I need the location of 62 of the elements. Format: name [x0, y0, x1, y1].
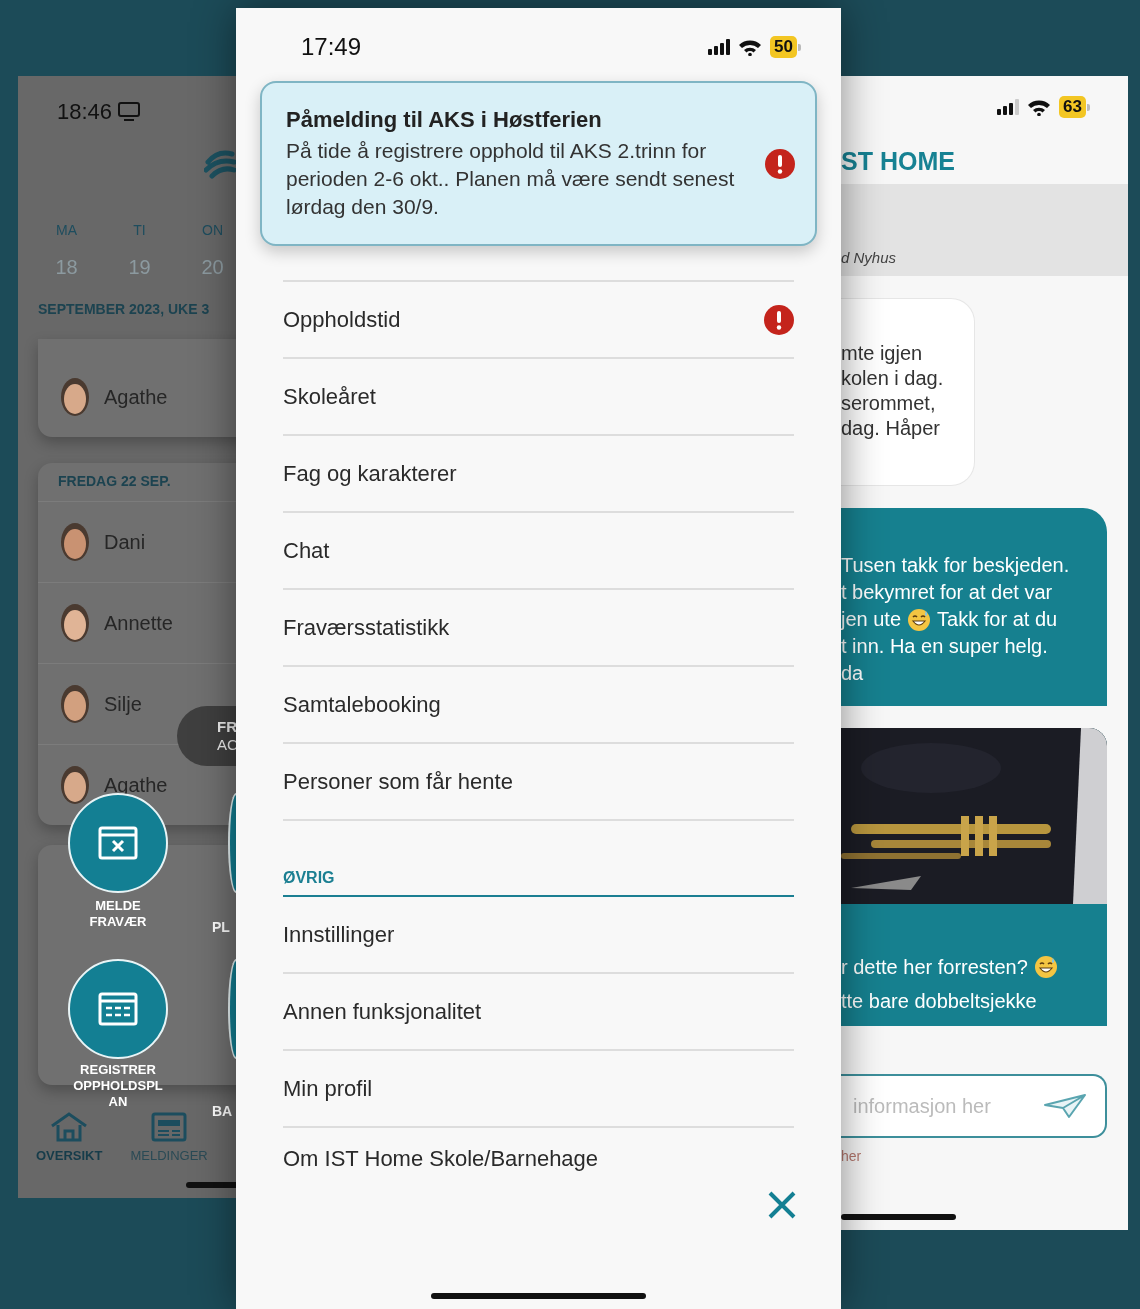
message-text: tte bare dobbeltsjekke: [841, 989, 1037, 1014]
newspaper-icon: [151, 1112, 188, 1142]
status-time: 17:49: [301, 33, 363, 61]
message-text: Tusen takk for beskjeden.: [841, 553, 1070, 578]
notification-text: På tide å registrere opphold til AKS 2.trinn for perioden 2-6 okt.. Planen må være sendt senest lørdag den 30/9.: [286, 137, 736, 220]
message-text: jen ute: [841, 607, 902, 632]
avatar-icon: [60, 377, 90, 417]
message-text: kolen i dag.: [841, 366, 944, 391]
emoji-icon: [907, 607, 932, 632]
avatar-icon: [60, 684, 90, 724]
message-text: da: [841, 661, 864, 686]
message-text: t inn. Ha en super helg.: [841, 634, 1048, 659]
menu-item[interactable]: Skoleåret: [283, 359, 794, 436]
message-input[interactable]: informasjon her: [851, 1093, 1043, 1119]
avatar-icon: [60, 522, 90, 562]
logo-icon: [204, 148, 236, 180]
monitor-icon: [118, 102, 141, 122]
message-text: r dette her forresten?: [841, 955, 1028, 980]
wifi-icon: [738, 38, 763, 56]
wifi-icon: [1027, 98, 1052, 116]
menu-item[interactable]: Innstillinger: [283, 897, 794, 974]
action-label: REGISTRER OPPHOLDSPLAN: [72, 1062, 164, 1110]
action-label: PL: [212, 919, 230, 935]
app-logo: ST HOME: [841, 146, 956, 177]
menu-item[interactable]: Personer som får hente: [283, 744, 794, 821]
section-title: ØVRIG: [283, 869, 794, 897]
message-field[interactable]: informasjon her: [841, 1074, 1107, 1138]
sender-name: d Nyhus: [841, 249, 897, 266]
status-time: 18:46: [57, 99, 113, 125]
signal-icon: [997, 99, 1020, 115]
menu-item[interactable]: Oppholdstid: [283, 282, 794, 359]
avatar-icon: [60, 765, 90, 805]
notification-toast[interactable]: Påmelding til AKS i Høstferien På tide å registrere opphold til AKS 2.trinn for perioden 2-6 okt.. Planen må være sendt senest lørdag den 30/9.: [260, 81, 817, 246]
action-label: BA: [212, 1103, 233, 1119]
avatar-icon: [60, 603, 90, 643]
menu-item[interactable]: Annen funksjonalitet: [283, 974, 794, 1051]
menu-item[interactable]: Om IST Home Skole/Barnehage: [283, 1128, 794, 1190]
menu-item[interactable]: Samtalebooking: [283, 667, 794, 744]
hint-text: her: [841, 1148, 863, 1164]
message-text: serommet,: [841, 391, 936, 416]
home-indicator: [186, 1182, 236, 1188]
menu-item[interactable]: Fag og karakterer: [283, 436, 794, 513]
weekday-label: TI: [132, 222, 147, 238]
calendar-icon: [98, 992, 138, 1026]
message-text: dag. Håper: [841, 416, 940, 441]
menu-item[interactable]: Min profil: [283, 1051, 794, 1128]
notification-title: Påmelding til AKS i Høstferien: [286, 106, 603, 133]
action-label: MELDE FRAVÆR: [88, 898, 148, 930]
message-text: Takk for at du: [937, 607, 1058, 632]
send-icon[interactable]: [1043, 1093, 1087, 1119]
menu-item[interactable]: Chat: [283, 513, 794, 590]
message-text: mte igjen: [841, 341, 923, 366]
message-text: t bekymret for at det var: [841, 580, 1053, 605]
menu-item[interactable]: Fraværsstatistikk: [283, 590, 794, 667]
week-label: SEPTEMBER 2023, UKE 3: [38, 301, 211, 317]
weekday-label: ON: [201, 222, 224, 238]
signal-icon: [708, 39, 731, 55]
battery-level: 50: [770, 36, 797, 58]
battery-level: 63: [1059, 96, 1086, 118]
emoji-icon: [1033, 955, 1058, 979]
weekday-label: MA: [55, 222, 78, 238]
window-close-icon: [98, 826, 138, 860]
